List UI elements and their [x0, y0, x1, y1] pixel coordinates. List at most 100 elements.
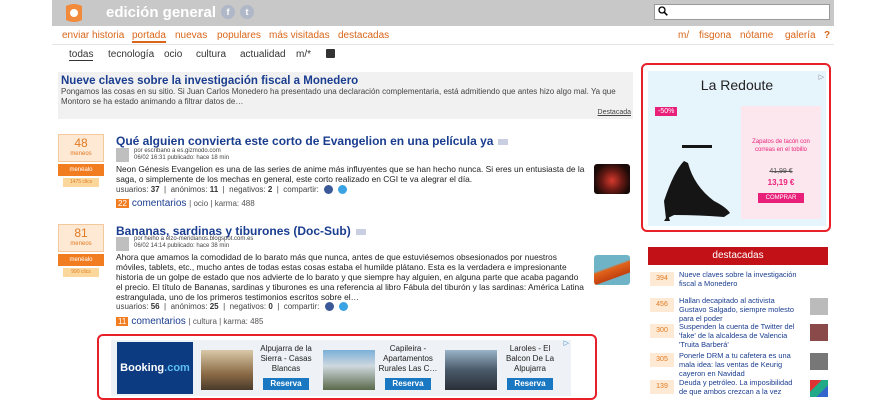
nav-galeria[interactable]: galería	[785, 30, 816, 41]
vote-count: 394	[650, 272, 674, 286]
destacada-thumbnail[interactable]	[810, 324, 828, 341]
vote-button[interactable]: menéalo	[58, 164, 104, 176]
nav-populares[interactable]: populares	[217, 30, 261, 41]
destacada-title[interactable]: Ponerle DRM a tu cafetera es una mala id…	[679, 351, 801, 378]
comments-link[interactable]: 11 comentarios | cultura | karma: 485	[116, 316, 263, 327]
nav-mas-visitadas[interactable]: más visitadas	[269, 30, 330, 41]
list-item[interactable]: 139 Deuda y petróleo. La imposibilidad d…	[650, 378, 830, 400]
ad-banner[interactable]: Booking.com Alpujarra de la Sierra - Cas…	[111, 340, 571, 396]
hotel-offer[interactable]: Alpujarra de la Sierra - Casas Blancas R…	[201, 342, 319, 394]
vote-box: 48 meneos menéalo 1475 clics	[58, 134, 104, 187]
subnav-ocio[interactable]: ocio	[164, 49, 182, 60]
search-input[interactable]	[654, 4, 830, 20]
story-body: Ahora que amamos la comodidad de lo bara…	[116, 252, 584, 302]
search-icon	[658, 6, 668, 16]
shoe-image[interactable]	[654, 131, 736, 221]
nav-nuevas[interactable]: nuevas	[175, 30, 207, 41]
reserve-button[interactable]: Reserva	[263, 378, 309, 390]
facebook-share-icon[interactable]	[324, 185, 334, 195]
reserve-button[interactable]: Reserva	[385, 378, 431, 390]
site-logo[interactable]	[62, 2, 86, 24]
destacada-thumbnail[interactable]	[810, 353, 828, 370]
buy-button[interactable]: COMPRAR	[758, 193, 804, 203]
story-title[interactable]: Qué alguien convierta este corto de Evan…	[116, 134, 509, 148]
list-item[interactable]: 456 Hallan decapitado al activista Gusta…	[650, 296, 830, 323]
vote-count: 456	[650, 298, 674, 312]
destacada-thumbnail[interactable]	[810, 298, 828, 315]
nav-m[interactable]: m/	[678, 30, 689, 41]
share-label: compartir:	[283, 185, 319, 194]
vote-count: 48 meneos	[58, 134, 104, 162]
destacada-title[interactable]: Suspenden la cuenta de Twitter del 'fake…	[679, 322, 801, 349]
hotel-offer[interactable]: Capileira - Apartamentos Rurales Las C… …	[323, 342, 441, 394]
hotel-name: Laroles - El Balcon De La Alpujarra	[505, 344, 555, 373]
list-item[interactable]: 305 Ponerle DRM a tu cafetera es una mal…	[650, 351, 830, 378]
ad-brand[interactable]: La Redoute	[663, 77, 811, 93]
featured-title[interactable]: Nueve claves sobre la investigación fisc…	[61, 75, 358, 87]
nav-portada[interactable]: portada	[132, 30, 166, 43]
sidebar-ad: ▷ La Redoute -50% Zapatos de tacón con c…	[641, 63, 831, 232]
story-thumbnail[interactable]	[594, 255, 630, 285]
video-icon	[355, 228, 366, 235]
featured-description: Pongamos las cosas en su sitio. Si Juan …	[61, 87, 616, 106]
hotel-name: Capileira - Apartamentos Rurales Las C…	[378, 344, 438, 373]
vote-button[interactable]: menéalo	[58, 254, 104, 266]
share-label: compartir:	[283, 302, 320, 311]
nav-enviar-historia[interactable]: enviar historia	[62, 30, 124, 41]
story-source[interactable]: por escribano a es.gizmodo.com	[134, 148, 221, 154]
nav-help[interactable]: ?	[824, 30, 830, 41]
vote-count: 305	[650, 353, 674, 367]
subnav-tecnologia[interactable]: tecnología	[108, 49, 154, 60]
avatar[interactable]	[116, 148, 129, 162]
vote-box: 81 meneos menéalo 990 clics	[58, 224, 104, 277]
hotel-image[interactable]	[445, 350, 497, 390]
story-source[interactable]: por heiho a elzo-meridianos.blogspot.com…	[134, 236, 253, 242]
list-item[interactable]: 300 Suspenden la cuenta de Twitter del '…	[650, 322, 830, 349]
site-title[interactable]: edición general	[106, 4, 216, 21]
featured-story: Nueve claves sobre la investigación fisc…	[58, 72, 633, 119]
clicks-count: 1475 clics	[63, 178, 99, 187]
story-thumbnail[interactable]	[594, 164, 630, 194]
story-stats: usuarios: 37 | anónimos: 11 | negativos:…	[116, 185, 348, 195]
product-panel[interactable]: Zapatos de tacón con correas en el tobil…	[741, 106, 821, 219]
facebook-share-icon[interactable]	[324, 302, 334, 312]
destacadas-heading[interactable]: destacadas	[648, 247, 828, 265]
subnav-actualidad[interactable]: actualidad	[240, 49, 286, 60]
destacada-title[interactable]: Hallan decapitado al activista Gustavo S…	[679, 296, 801, 323]
ad-banner[interactable]: ▷ La Redoute -50% Zapatos de tacón con c…	[648, 71, 826, 226]
hotel-offer[interactable]: Laroles - El Balcon De La Alpujarra Rese…	[445, 342, 563, 394]
featured-link[interactable]: Destacada	[598, 109, 631, 116]
old-price: 41,99 €	[769, 168, 793, 175]
rss-icon[interactable]	[326, 49, 335, 58]
reserve-button[interactable]: Reserva	[507, 378, 553, 390]
twitter-share-icon[interactable]	[338, 302, 348, 312]
avatar[interactable]	[116, 237, 129, 251]
video-icon	[498, 138, 509, 145]
nav-notame[interactable]: nótame	[740, 30, 773, 41]
ad-choices-icon[interactable]: ▷	[564, 339, 569, 347]
twitter-share-icon[interactable]	[338, 185, 348, 195]
subnav-m[interactable]: m/*	[296, 49, 311, 60]
story-stats: usuarios: 56 | anónimos: 25 | negativos:…	[116, 302, 348, 312]
hotel-image[interactable]	[323, 350, 375, 390]
subnav-cultura[interactable]: cultura	[196, 49, 226, 60]
booking-logo[interactable]: Booking.com	[117, 342, 193, 394]
new-price: 13,19 €	[767, 178, 795, 187]
hotel-name: Alpujarra de la Sierra - Casas Blancas	[260, 344, 312, 373]
destacada-title[interactable]: Deuda y petróleo. La imposibilidad de qu…	[679, 378, 801, 396]
bottom-ad: Booking.com Alpujarra de la Sierra - Cas…	[97, 334, 597, 400]
nav-destacadas[interactable]: destacadas	[338, 30, 389, 41]
ad-choices-icon[interactable]: ▷	[819, 73, 824, 81]
subnav-todas[interactable]: todas	[69, 49, 94, 61]
destacada-title[interactable]: Nueve claves sobre la investigación fisc…	[679, 270, 801, 288]
nav-fisgona[interactable]: fisgona	[699, 30, 731, 41]
facebook-icon[interactable]: f	[221, 5, 235, 19]
destacada-thumbnail[interactable]	[810, 380, 828, 397]
twitter-icon[interactable]: t	[240, 5, 254, 19]
product-description: Zapatos de tacón con correas en el tobil…	[752, 139, 810, 153]
comments-link[interactable]: 22 comentarios | ocio | karma: 488	[116, 198, 255, 209]
vote-count: 81 meneos	[58, 224, 104, 252]
story-body: Neon Génesis Evangelion es una de las se…	[116, 164, 585, 184]
list-item[interactable]: 394 Nueve claves sobre la investigación …	[650, 270, 830, 292]
hotel-image[interactable]	[201, 350, 253, 390]
